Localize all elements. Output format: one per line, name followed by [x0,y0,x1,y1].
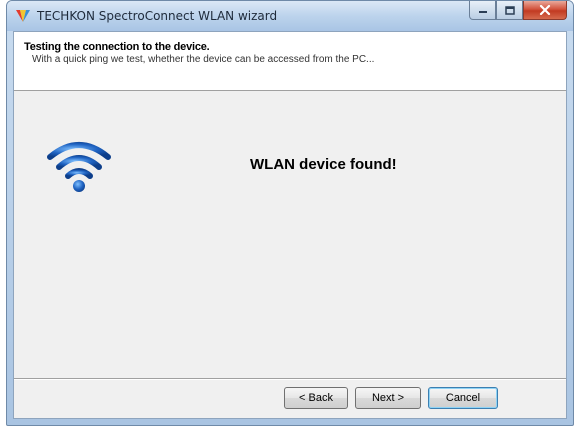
page-title: Testing the connection to the device. [24,41,210,53]
status-message: WLAN device found! [250,156,397,173]
title-bar[interactable]: TECHKON SpectroConnect WLAN wizard [7,1,573,31]
techkon-app-icon [16,10,30,22]
caption-buttons [469,1,567,21]
back-button[interactable]: < Back [284,387,348,409]
minimize-icon [478,11,487,13]
maximize-button[interactable] [496,1,523,20]
close-icon [539,5,551,15]
page-subtitle: With a quick ping we test, whether the d… [32,54,375,65]
wifi-icon [47,142,111,192]
wizard-client-area: Testing the connection to the device. Wi… [13,31,567,419]
wizard-window: TECHKON SpectroConnect WLAN wizard Testi… [6,0,574,426]
window-title: TECHKON SpectroConnect WLAN wizard [37,9,278,23]
wizard-header: Testing the connection to the device. Wi… [14,32,566,91]
next-button[interactable]: Next > [355,387,421,409]
cancel-button[interactable]: Cancel [428,387,498,409]
wizard-buttons: < Back Next > Cancel [284,387,498,409]
minimize-button[interactable] [469,1,496,20]
button-separator [14,378,566,380]
maximize-icon [504,5,515,15]
close-button[interactable] [523,1,567,20]
